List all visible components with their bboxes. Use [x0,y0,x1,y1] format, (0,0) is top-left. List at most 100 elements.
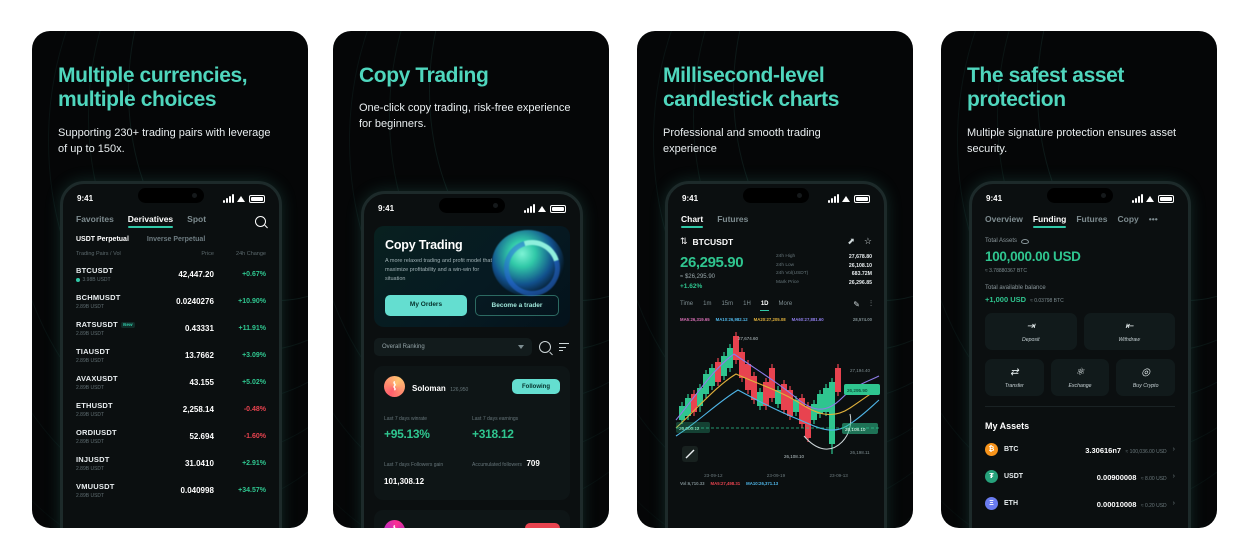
col-pairs[interactable]: Trading Pairs / Vol [76,251,153,257]
status-time: 9:41 [378,204,395,213]
list-item[interactable]: ₮ USDT 0.00900008 ≈ 8.00 USD › [972,458,1188,485]
ranking-select[interactable]: Overall Ranking [374,338,532,357]
chevron-right-icon[interactable]: › [1173,473,1175,480]
table-row[interactable]: BCHMUSDT 2.89B USDT 0.0240276 +10.90% [63,288,279,315]
btc-icon: ₿ [985,442,998,456]
timeframe-1d[interactable]: 1D [759,301,770,311]
stat-label: Accumulated followers [472,462,523,469]
tab-chart[interactable]: Chart [681,214,704,228]
more-tabs-icon[interactable]: ••• [1149,214,1158,228]
market-subtabs[interactable]: USDT Perpetual Inverse Perpetual [63,228,279,243]
pair-change: +10.90% [238,298,266,305]
stat-value: +318.12 [472,427,514,442]
market-tabs[interactable]: Favorites Derivatives Spot [63,208,279,228]
list-item[interactable]: ₿ BTC 3.30616n7 ≈ 100,036.00 USD › [972,431,1188,458]
ma60-legend: MA60:27,881.60 [791,317,824,322]
share-icon[interactable]: ⬈ [847,236,855,247]
timeframe-1m[interactable]: 1m [703,301,711,307]
indicator-icon[interactable]: ⫶ [870,299,872,309]
timeframe-15m[interactable]: 15m [721,301,733,307]
star-icon[interactable]: ☆ [864,236,872,247]
table-row[interactable]: TIAUSDT 2.89B USDT 13.7662 +3.09% [63,342,279,369]
status-time: 9:41 [682,194,699,203]
tab-futures[interactable]: Futures [717,214,748,228]
tab-overview[interactable]: Overview [985,214,1023,228]
tab-copy[interactable]: Copy [1118,214,1139,228]
tab-spot[interactable]: Spot [187,214,206,228]
status-bar: 9:41 [668,184,884,208]
timeframe-time[interactable]: Time [680,301,693,307]
candlestick-chart[interactable]: 26,000.12 26,108.10 26,295.90 27,674.60 … [674,324,880,472]
my-orders-button[interactable]: My Orders [385,295,467,317]
chevron-right-icon[interactable]: › [1173,500,1175,507]
timeframe-selector[interactable]: Time 1m 15m 1H 1D More ✎ ⫶ [668,290,884,311]
trader-card[interactable]: Soloman 126,950 Following Last 7 days wi… [374,366,570,501]
tab-favorites[interactable]: Favorites [76,214,114,228]
table-row[interactable]: BTCUSDT 3.98B USDT 42,447.20 +0.67% [63,261,279,288]
pair-price: 42,447.20 [178,270,214,279]
pair-symbol: AVAXUSDT [76,374,118,383]
subtab-inverse-perpetual[interactable]: Inverse Perpetual [147,236,205,243]
trader-card[interactable]: Steven 98,410 Full [374,510,570,528]
subtab-usdt-perpetual[interactable]: USDT Perpetual [76,236,129,243]
pencil-icon[interactable]: ✎ [853,300,860,309]
withdraw-button[interactable]: ⇤ Withdraw [1083,313,1175,350]
hero-actions: My Orders Become a trader [385,295,559,317]
asset-tabs[interactable]: Overview Funding Futures Copy ••• [972,208,1188,228]
status-time: 9:41 [77,194,94,203]
search-icon[interactable] [539,341,551,354]
more-timeframes[interactable]: More [778,301,792,307]
search-icon[interactable] [255,215,266,227]
table-row[interactable]: RATSUSDT New 2.89B USDT 0.43331 +11.91% [63,315,279,342]
tab-derivatives[interactable]: Derivatives [127,214,174,228]
table-row[interactable]: ETHUSDT 2.89B USDT 2,258.14 -0.48% [63,396,279,423]
table-row[interactable]: ORDIUSDT 2.89B USDT 52.694 -1.60% [63,423,279,450]
transfer-button[interactable]: ⇄ Transfer [985,359,1044,396]
become-trader-button[interactable]: Become a trader [475,295,559,317]
stat-value: 27,678.80 [848,254,872,260]
signal-icon [1132,194,1143,203]
chart-last-tag: 26,295.90 [847,388,868,393]
col-price[interactable]: Price [153,251,214,257]
following-button[interactable]: Following [512,379,560,395]
full-badge-button[interactable]: Full [525,523,560,528]
chart-axis-y-1: 27,194.40 [850,368,871,373]
pair-change: -1.60% [243,433,266,440]
table-row[interactable]: AVAXUSDT 2.89B USDT 43.155 +5.02% [63,369,279,396]
stat-value: 26,296.85 [848,279,872,286]
tab-futures[interactable]: Futures [1076,214,1107,228]
swap-icon[interactable]: ⇅ [680,236,688,247]
pair-price: 13.7662 [184,351,214,360]
eth-icon: Ξ [985,496,998,510]
tab-funding[interactable]: Funding [1032,214,1066,228]
deposit-button[interactable]: ⇥ Deposit [985,313,1077,350]
chevron-right-icon[interactable]: › [1173,446,1175,453]
vol-ma10-legend: MA10:26,371.13 [746,481,779,486]
transfer-icon: ⇄ [1010,367,1019,378]
filter-icon[interactable] [558,341,570,353]
total-assets-label: Total Assets [985,238,1175,244]
action-row-2: ⇄ Transfer ⚛ Exchange ◎ Buy Crypto [972,350,1188,396]
avatar [384,376,405,398]
exchange-button[interactable]: ⚛ Exchange [1050,359,1110,396]
chart-tabs[interactable]: Chart Futures [668,208,884,228]
pair-symbol[interactable]: BTCUSDT [693,237,734,247]
market-list: BTCUSDT 3.98B USDT 42,447.20 +0.67% BCHM… [63,261,279,504]
avatar [384,520,405,528]
table-row[interactable]: VMUUSDT 2.89B USDT 0.040998 +34.57% [63,477,279,504]
vol-ma5-legend: MA5:27,498.31 [710,481,741,486]
list-item[interactable]: Ξ ETH 0.00010008 ≈ 0.20 USD › [972,485,1188,512]
col-change[interactable]: 24h Change [214,251,266,257]
page-subtitle: One-click copy trading, risk-free experi… [359,102,571,131]
chart-svg: 26,000.12 26,108.10 26,295.90 27,674.60 … [675,332,880,462]
volume-legend: Vol:6,710.33 MA5:27,498.31 MA10:26,371.1… [668,478,884,486]
eye-icon[interactable] [1021,238,1030,244]
pair-symbol: ETHUSDT [76,401,113,410]
pair-header: ⇅ BTCUSDT ⬈ ☆ [668,228,884,247]
table-row[interactable]: INJUSDT 2.89B USDT 31.0410 +2.91% [63,450,279,477]
buy-crypto-button[interactable]: ◎ Buy Crypto [1116,359,1176,396]
battery-icon [249,195,265,203]
timeframe-1h[interactable]: 1H [743,301,751,307]
pair-symbol: RATSUSDT New [76,320,135,329]
status-icons [223,194,265,203]
